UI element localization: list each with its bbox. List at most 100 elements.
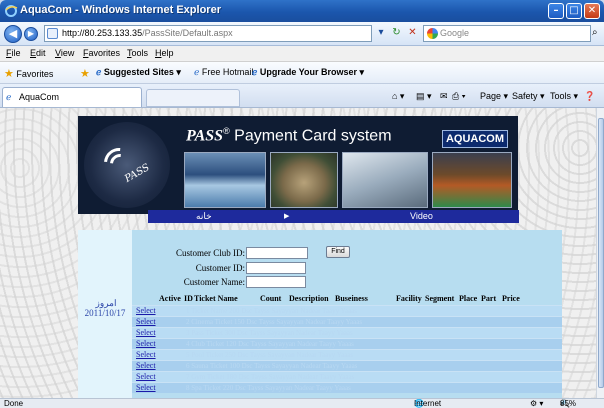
table-row: Select 6 Sauna Ticket 100 Dsc Tayss Sayay… bbox=[132, 360, 562, 371]
col-id: ID bbox=[184, 294, 193, 303]
club-id-input[interactable] bbox=[246, 247, 308, 259]
search-input[interactable]: Google bbox=[423, 25, 591, 42]
customer-panel: Customer Club ID: Customer ID: Customer … bbox=[132, 230, 562, 398]
find-button[interactable]: Find bbox=[326, 246, 350, 258]
date-sidebar: امروز 2011/10/17 bbox=[78, 230, 132, 398]
favorites-star-icon: ★ bbox=[4, 68, 14, 80]
feeds-icon[interactable]: ▤ ▾ bbox=[416, 91, 432, 102]
col-description: Description bbox=[289, 294, 329, 303]
page-menu[interactable]: Page ▾ bbox=[480, 91, 508, 102]
table-row: Select 4 Club Ticket 120 Dsc Tayss Sayayy… bbox=[132, 338, 562, 349]
window-title: AquaCom - Windows Internet Explorer bbox=[20, 4, 221, 16]
card-reader-photo bbox=[342, 152, 428, 208]
nav-video-link[interactable]: Video bbox=[410, 211, 433, 221]
home-icon[interactable]: ⌂ ▾ bbox=[392, 91, 404, 102]
row-values: 2 Cinema Ticket 150 Dsc Tayss Sayayyan N… bbox=[186, 318, 363, 326]
pass-logo: PASS bbox=[84, 122, 170, 208]
col-count: Count bbox=[260, 294, 282, 303]
ie-page-icon: ℯ bbox=[194, 67, 200, 77]
nav-strip: خانه ▶ Video bbox=[148, 210, 519, 223]
customer-id-label: Customer ID: bbox=[195, 263, 245, 273]
select-link[interactable]: Select bbox=[136, 350, 156, 359]
status-text: Done bbox=[4, 399, 24, 408]
select-link[interactable]: Select bbox=[136, 339, 156, 348]
address-field[interactable]: http://80.253.133.35/PassSite/Default.as… bbox=[44, 25, 372, 42]
menu-help[interactable]: Help bbox=[155, 48, 174, 58]
table-row: Select 5 Pool Ticket 250 Dsc Tayss Sayayy… bbox=[132, 349, 562, 360]
stop-button[interactable]: ✕ bbox=[405, 25, 420, 42]
customer-id-input[interactable] bbox=[246, 262, 306, 274]
menu-edit[interactable]: Edit bbox=[30, 48, 46, 58]
print-icon[interactable]: ⎙ ▾ bbox=[452, 91, 465, 102]
ie-page-icon: ℯ bbox=[96, 67, 102, 77]
maximize-button[interactable]: □ bbox=[566, 3, 582, 19]
menu-favorites[interactable]: Favorites bbox=[83, 48, 120, 58]
search-icon[interactable]: ⌕ bbox=[592, 27, 602, 38]
ie-page-icon: ℯ bbox=[252, 67, 258, 77]
stadium-photo bbox=[270, 152, 338, 208]
add-favorite-icon[interactable]: ★ bbox=[80, 67, 90, 80]
favorites-bar: ★ Favorites ★ ℯ Suggested Sites ▾ ℯ Free… bbox=[0, 62, 604, 84]
address-toolbar: ◀ ▶ http://80.253.133.35/PassSite/Defaul… bbox=[0, 22, 604, 46]
suggested-sites-link[interactable]: ℯ Suggested Sites ▾ bbox=[96, 67, 181, 78]
select-link[interactable]: Select bbox=[136, 317, 156, 326]
google-icon bbox=[427, 28, 438, 39]
title-bar: AquaCom - Windows Internet Explorer – □ … bbox=[0, 0, 604, 22]
zoom-control[interactable]: 🔍 85% ▾ bbox=[560, 399, 576, 408]
select-link[interactable]: Select bbox=[136, 372, 156, 381]
forward-button[interactable]: ▶ bbox=[24, 27, 38, 41]
table-row: Select 1 Ticket Name 200 Dsc Tayss Sayayy… bbox=[132, 305, 562, 316]
table-row: Select 2 Cinema Ticket 150 Dsc Tayss Saya… bbox=[132, 316, 562, 327]
upgrade-browser-link[interactable]: ℯ Upgrade Your Browser ▾ bbox=[252, 67, 364, 78]
page-viewport: PASS PASS® Payment Card system AQUACOM خ… bbox=[0, 108, 596, 398]
new-tab-button[interactable] bbox=[146, 89, 240, 107]
tools-menu[interactable]: Tools ▾ bbox=[550, 91, 578, 102]
tickets-grid: Active ID Ticket Name Count Description … bbox=[132, 293, 562, 393]
minimize-button[interactable]: – bbox=[548, 3, 564, 19]
col-place: Place bbox=[459, 294, 478, 303]
zoom-level: 85% bbox=[560, 399, 577, 408]
nav-home-link[interactable]: خانه bbox=[196, 211, 212, 222]
col-ticket-name: Ticket Name bbox=[194, 294, 238, 303]
col-price: Price bbox=[502, 294, 520, 303]
select-link[interactable]: Select bbox=[136, 383, 156, 392]
protected-mode-icon[interactable]: ⚙ ▾ bbox=[530, 399, 543, 408]
pool-photo bbox=[184, 152, 266, 208]
address-dropdown-icon[interactable]: ▾ bbox=[374, 25, 388, 42]
today-date: 2011/10/17 bbox=[84, 308, 126, 318]
back-button[interactable]: ◀ bbox=[4, 25, 22, 43]
select-link[interactable]: Select bbox=[136, 306, 156, 315]
menu-bar: File Edit View Favorites Tools Help bbox=[0, 46, 604, 62]
menu-view[interactable]: View bbox=[55, 48, 74, 58]
col-segment: Segment bbox=[425, 294, 455, 303]
help-icon[interactable]: ❓ bbox=[584, 91, 595, 102]
safety-menu[interactable]: Safety ▾ bbox=[512, 91, 545, 102]
scroll-thumb[interactable] bbox=[598, 118, 604, 388]
menu-file[interactable]: File bbox=[6, 48, 21, 58]
tab-aquacom[interactable]: ℯ AquaCom bbox=[2, 87, 142, 107]
menu-tools[interactable]: Tools bbox=[127, 48, 148, 58]
col-active: Active bbox=[159, 294, 181, 303]
search-placeholder: Google bbox=[440, 28, 470, 38]
row-values: 1 Ticket Name 200 Dsc Tayss Sayayyan Nad… bbox=[186, 307, 358, 315]
row-values: 5 Pool Ticket 250 Dsc Tayss Sayayyan Nad… bbox=[186, 351, 354, 359]
select-link[interactable]: Select bbox=[136, 328, 156, 337]
close-button[interactable]: ✕ bbox=[584, 3, 600, 19]
free-hotmail-link[interactable]: ℯ Free Hotmail bbox=[194, 67, 253, 78]
col-facility: Facility bbox=[396, 294, 422, 303]
status-bar: Done 🌐 Internet ⚙ ▾ 🔍 85% ▾ bbox=[0, 398, 604, 408]
refresh-button[interactable]: ↻ bbox=[389, 25, 404, 42]
favorites-button[interactable]: ★ Favorites bbox=[4, 67, 53, 80]
suggested-sites-label: Suggested Sites ▾ bbox=[103, 67, 181, 77]
row-values: 7 Gym Ticket 180 Dsc Tayss Sayayyan Nade… bbox=[186, 373, 355, 381]
tab-bar: ℯ AquaCom ⌂ ▾ ▤ ▾ ✉ ⎙ ▾ Page ▾ Safety ▾ … bbox=[0, 84, 604, 108]
row-values: 6 Sauna Ticket 100 Dsc Tayss Sayayyan Na… bbox=[186, 362, 358, 370]
mail-icon[interactable]: ✉ bbox=[440, 91, 448, 102]
zone-label: Internet bbox=[414, 399, 442, 408]
vertical-scrollbar[interactable] bbox=[596, 108, 604, 398]
row-values: 3 Pass Ticket 300 Dsc Tayss Sayayyan Nad… bbox=[186, 329, 353, 337]
url-path: /PassSite/Default.aspx bbox=[142, 28, 233, 38]
select-link[interactable]: Select bbox=[136, 361, 156, 370]
customer-name-input[interactable] bbox=[246, 276, 306, 288]
grid-header: Active ID Ticket Name Count Description … bbox=[132, 293, 562, 305]
